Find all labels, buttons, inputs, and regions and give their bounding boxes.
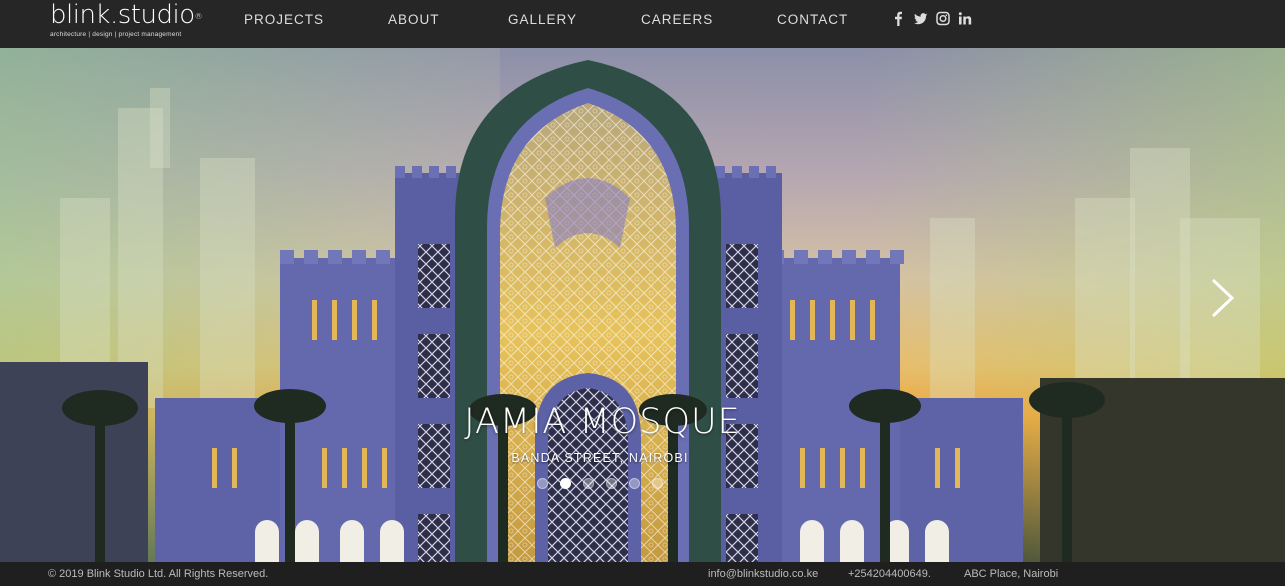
chevron-right-icon: [1211, 278, 1235, 318]
nav-item-projects[interactable]: PROJECTS: [244, 12, 324, 27]
footer-phone-link[interactable]: +254204400649.: [848, 568, 931, 580]
footer-email-link[interactable]: info@blinkstudio.co.ke: [708, 568, 818, 580]
slide-title: JAMIA MOSQUE: [464, 402, 741, 442]
slider-dot[interactable]: [629, 478, 640, 489]
registered-mark: ®: [194, 12, 203, 21]
footer-address: ABC Place, Nairobi: [964, 568, 1059, 580]
logo-wordmark: blink.studio: [50, 0, 195, 30]
facebook-icon[interactable]: [892, 11, 905, 26]
nav-item-contact[interactable]: CONTACT: [777, 12, 848, 27]
linkedin-icon[interactable]: [958, 11, 972, 26]
copyright-text: © 2019 Blink Studio Ltd. All Rights Rese…: [48, 568, 269, 580]
slider-dot[interactable]: [606, 478, 617, 489]
nav-item-gallery[interactable]: GALLERY: [508, 12, 577, 27]
slide-subtitle: BANDA STREET, NAIROBI: [511, 451, 689, 465]
next-slide-button[interactable]: [1205, 276, 1239, 320]
hero-slider: JAMIA MOSQUE BANDA STREET, NAIROBI: [0, 48, 1285, 562]
slider-dot-active[interactable]: [560, 478, 571, 489]
logo[interactable]: blink.studio® architecture | design | pr…: [50, 0, 203, 42]
logo-tagline: architecture | design | project manageme…: [50, 31, 182, 38]
site-header: blink.studio® architecture | design | pr…: [0, 0, 1285, 48]
slider-dot[interactable]: [537, 478, 548, 489]
nav-item-about[interactable]: ABOUT: [388, 12, 440, 27]
slider-pagination: [537, 478, 663, 489]
instagram-icon[interactable]: [936, 11, 950, 26]
site-footer: © 2019 Blink Studio Ltd. All Rights Rese…: [0, 562, 1285, 586]
slider-dot[interactable]: [652, 478, 663, 489]
twitter-icon[interactable]: [914, 11, 928, 26]
nav-item-careers[interactable]: CAREERS: [641, 12, 713, 27]
social-links: [892, 11, 972, 26]
slider-dot[interactable]: [583, 478, 594, 489]
